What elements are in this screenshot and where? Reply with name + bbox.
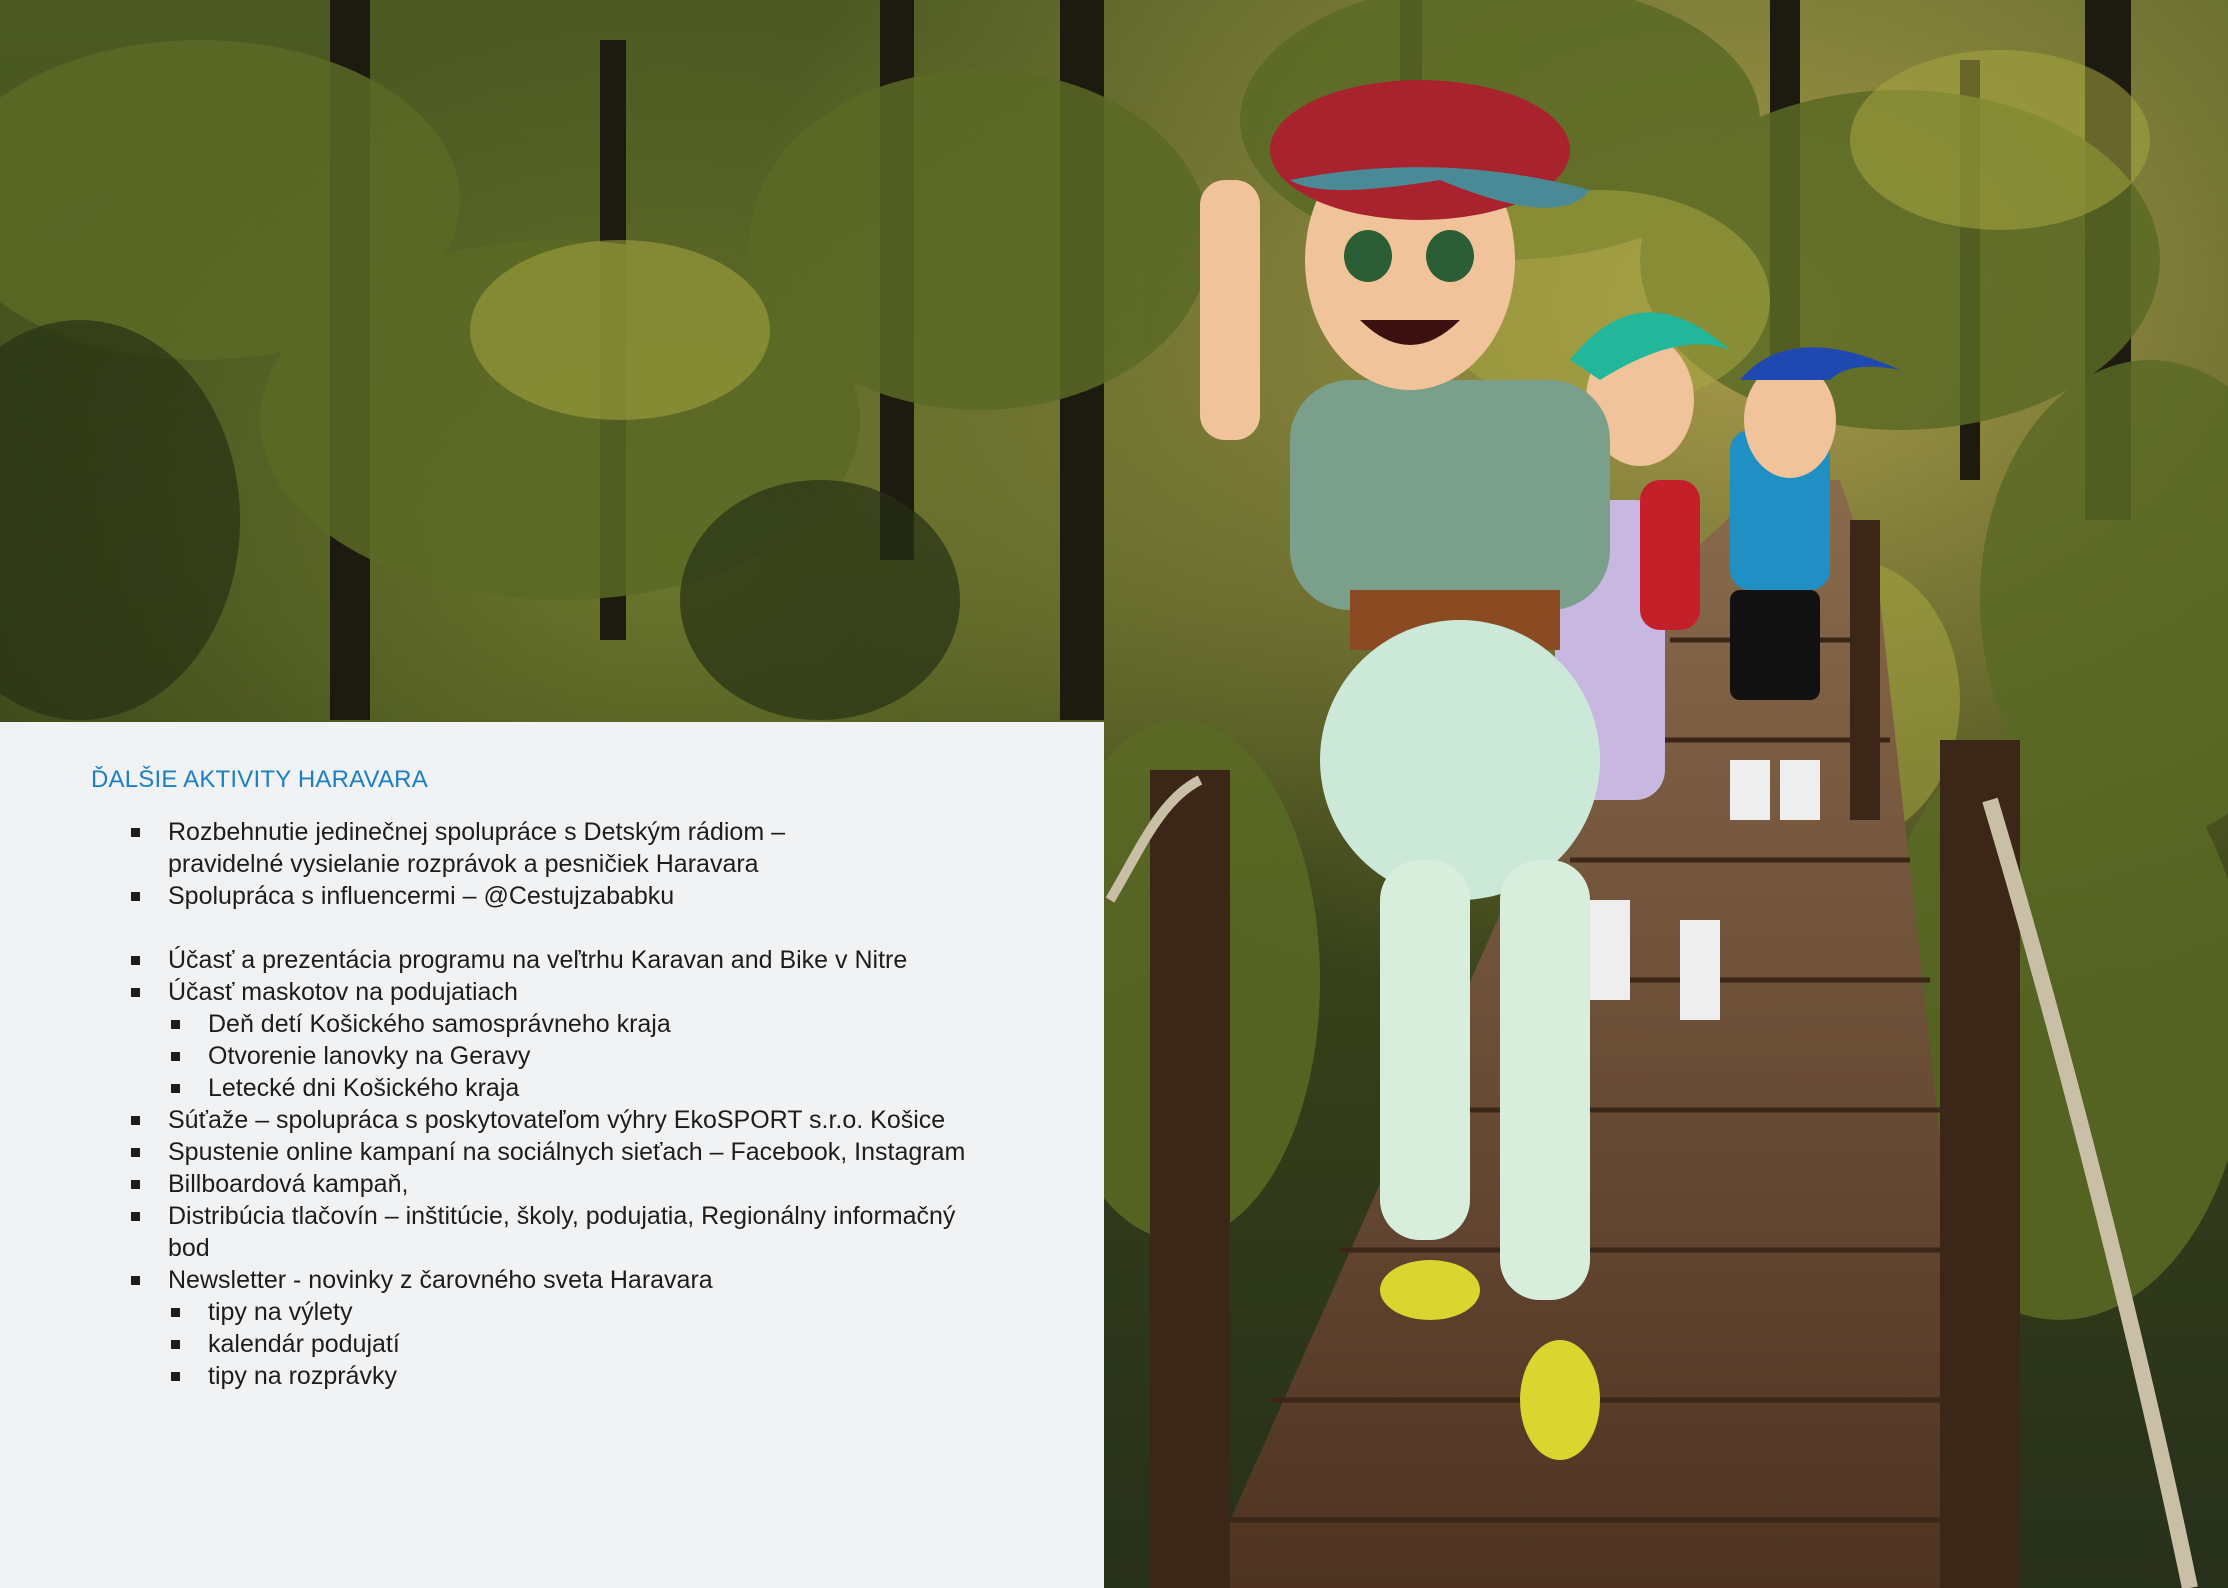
sub-list-item: tipy na rozprávky: [171, 1360, 1044, 1392]
list-item-text: Účasť a prezentácia programu na veľtrhu …: [168, 946, 908, 974]
list-item-text-continued: bod: [168, 1234, 210, 1262]
list-item: Newsletter - novinky z čarovného sveta H…: [131, 1264, 1044, 1392]
list-item-text: Spustenie online kampaní na sociálnych s…: [168, 1138, 966, 1166]
list-item: Rozbehnutie jedinečnej spolupráce s Dets…: [131, 816, 1044, 880]
list-item: Distribúcia tlačovín – inštitúcie, školy…: [131, 1200, 1044, 1264]
list-item-text: Spolupráca s influencermi – @Cestujzabab…: [168, 882, 675, 910]
list-item-text: Účasť maskotov na podujatiach: [168, 978, 518, 1006]
list-item-text: Rozbehnutie jedinečnej spolupráce s Dets…: [168, 818, 785, 846]
activities-panel: ĎALŠIE AKTIVITY HARAVARA Rozbehnutie jed…: [0, 722, 1104, 1588]
list-item: Spustenie online kampaní na sociálnych s…: [131, 1136, 1044, 1168]
list-item: Účasť a prezentácia programu na veľtrhu …: [131, 944, 1044, 976]
list-item: Súťaže – spolupráca s poskytovateľom výh…: [131, 1104, 1044, 1136]
section-heading: ĎALŠIE AKTIVITY HARAVARA: [91, 766, 428, 793]
sub-list: Deň detí Košického samosprávneho kraja O…: [168, 1008, 1044, 1104]
list-item-text: Súťaže – spolupráca s poskytovateľom výh…: [168, 1106, 946, 1134]
activities-list: Rozbehnutie jedinečnej spolupráce s Dets…: [91, 816, 1044, 1392]
list-item: Účasť maskotov na podujatiach Deň detí K…: [131, 976, 1044, 1104]
sub-list-item: tipy na výlety: [171, 1296, 1044, 1328]
sub-list: tipy na výlety kalendár podujatí tipy na…: [168, 1296, 1044, 1392]
list-item: Billboardová kampaň,: [131, 1168, 1044, 1200]
sub-list-item: Otvorenie lanovky na Geravy: [171, 1040, 1044, 1072]
list-item-text: Newsletter - novinky z čarovného sveta H…: [168, 1266, 713, 1294]
sub-list-item: kalendár podujatí: [171, 1328, 1044, 1360]
sub-list-item: Letecké dni Košického kraja: [171, 1072, 1044, 1104]
list-item: Spolupráca s influencermi – @Cestujzabab…: [131, 880, 1044, 912]
list-item-text: Billboardová kampaň,: [168, 1170, 409, 1198]
list-item-text: Distribúcia tlačovín – inštitúcie, školy…: [168, 1202, 956, 1230]
sub-list-item: Deň detí Košického samosprávneho kraja: [171, 1008, 1044, 1040]
list-item-text-continued: pravidelné vysielanie rozprávok a pesnič…: [168, 850, 759, 878]
